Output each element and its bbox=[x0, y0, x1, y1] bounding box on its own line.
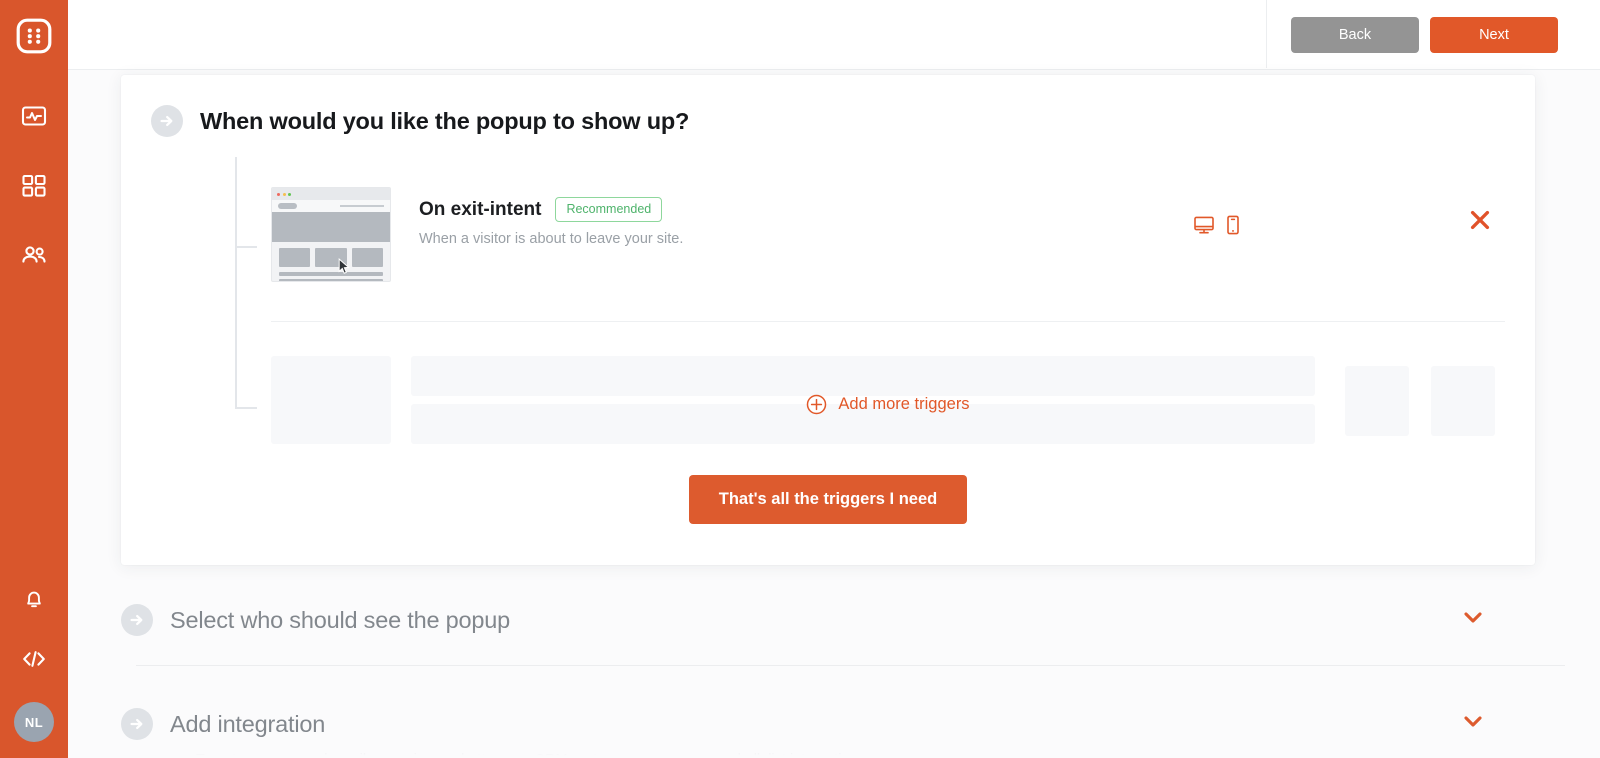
sidebar-item-audience[interactable] bbox=[17, 239, 51, 273]
left-sidebar: NL bbox=[0, 0, 68, 758]
add-more-triggers-button[interactable]: Add more triggers bbox=[271, 394, 1505, 415]
sidebar-item-analytics[interactable] bbox=[17, 99, 51, 133]
topbar-actions: Back Next bbox=[1291, 16, 1600, 53]
sidebar-item-campaigns[interactable] bbox=[17, 169, 51, 203]
trigger-row[interactable]: On exit-intent Recommended When a visito… bbox=[271, 187, 1505, 291]
back-button[interactable]: Back bbox=[1291, 16, 1419, 53]
section-title-audience: Select who should see the popup bbox=[170, 606, 511, 633]
device-toggle-group bbox=[1193, 214, 1240, 241]
avatar-initials: NL bbox=[24, 714, 44, 730]
step-connector-rail bbox=[235, 157, 257, 409]
bell-icon bbox=[27, 591, 41, 608]
sidebar-item-notifications[interactable] bbox=[17, 582, 51, 616]
expand-audience-button[interactable] bbox=[1463, 611, 1483, 629]
rail-vertical-line bbox=[235, 157, 237, 409]
thumb-dot-green bbox=[288, 192, 291, 196]
next-button[interactable]: Next bbox=[1430, 16, 1558, 53]
device-desktop-toggle[interactable] bbox=[1193, 214, 1215, 241]
analytics-pulse-icon bbox=[21, 106, 47, 126]
app-root: NL Back Next When would you like the pop… bbox=[0, 0, 1600, 758]
thumb-menu-line bbox=[340, 205, 384, 207]
thumb-text-lines bbox=[272, 267, 390, 281]
section-header: When would you like the popup to show up… bbox=[121, 75, 1535, 137]
plus-circle-icon bbox=[807, 394, 827, 415]
section-divider bbox=[136, 665, 1565, 666]
add-more-triggers-label: Add more triggers bbox=[838, 395, 970, 413]
browser-window-exit-intent-thumbnail bbox=[271, 187, 391, 282]
section-add-integration[interactable]: Add integration bbox=[121, 692, 1535, 756]
trigger-name: On exit-intent bbox=[419, 198, 542, 220]
grid-dots-logo-icon bbox=[16, 18, 52, 54]
users-icon bbox=[22, 246, 46, 263]
chevron-down-icon bbox=[1464, 716, 1482, 727]
chevron-down-icon bbox=[1464, 612, 1482, 623]
top-bar: Back Next bbox=[68, 0, 1600, 70]
page-scroll-body: When would you like the popup to show up… bbox=[68, 70, 1600, 758]
dashboard-grid-icon bbox=[22, 174, 46, 197]
confirm-triggers-button[interactable]: That's all the triggers I need bbox=[689, 475, 967, 524]
trigger-row-divider bbox=[271, 321, 1505, 322]
thumb-dot-yellow bbox=[282, 192, 286, 196]
thumb-line bbox=[279, 278, 383, 281]
arrow-right-circle-icon bbox=[121, 604, 153, 636]
page-title: When would you like the popup to show up… bbox=[200, 107, 690, 134]
status-badge: Recommended bbox=[555, 197, 663, 222]
sidebar-nav bbox=[17, 99, 51, 273]
section-subtitle-integration: Target your own and email campaigns or b… bbox=[196, 752, 858, 758]
expand-integration-button[interactable] bbox=[1463, 715, 1483, 733]
thumb-logo-pill bbox=[278, 203, 297, 209]
sidebar-bottom-group: NL bbox=[0, 582, 68, 742]
desktop-monitor-icon bbox=[1194, 216, 1214, 234]
rail-tick-end bbox=[235, 407, 257, 409]
device-mobile-toggle[interactable] bbox=[1226, 214, 1240, 241]
add-more-triggers-area: Add more triggers bbox=[271, 356, 1505, 456]
thumb-dot-red bbox=[277, 192, 280, 196]
topbar-divider bbox=[1266, 0, 1267, 68]
code-brackets-icon bbox=[23, 651, 45, 667]
thumb-card bbox=[351, 248, 383, 267]
trigger-description: When a visitor is about to leave your si… bbox=[419, 231, 684, 247]
thumb-card-row bbox=[272, 242, 390, 267]
app-logo[interactable] bbox=[16, 18, 52, 59]
arrow-right-circle-icon bbox=[121, 708, 153, 740]
thumb-line bbox=[279, 272, 383, 276]
section-select-audience[interactable]: Select who should see the popup bbox=[121, 588, 1535, 652]
section-title-integration: Add integration bbox=[170, 710, 326, 737]
rail-tick-trigger bbox=[235, 246, 257, 248]
sidebar-item-embed-code[interactable] bbox=[17, 642, 51, 676]
skeleton-row-placeholder bbox=[411, 356, 1315, 396]
mobile-phone-icon bbox=[1227, 215, 1239, 235]
thumb-hero-block bbox=[272, 212, 390, 242]
user-avatar[interactable]: NL bbox=[14, 702, 54, 742]
cta-wrapper: That's all the triggers I need bbox=[121, 475, 1535, 524]
remove-trigger-button[interactable] bbox=[1469, 209, 1491, 231]
trigger-name-line: On exit-intent Recommended bbox=[419, 197, 683, 222]
mouse-cursor-icon bbox=[338, 257, 351, 280]
close-x-icon bbox=[1470, 210, 1490, 230]
thumb-card bbox=[279, 248, 311, 267]
trigger-text-block: On exit-intent Recommended When a visito… bbox=[419, 197, 683, 247]
arrow-right-circle-icon bbox=[151, 105, 183, 137]
thumb-navbar bbox=[272, 200, 390, 212]
trigger-step-card: When would you like the popup to show up… bbox=[121, 75, 1535, 565]
thumb-titlebar bbox=[272, 188, 390, 200]
main-area: Back Next When would you like the popup … bbox=[68, 0, 1600, 758]
